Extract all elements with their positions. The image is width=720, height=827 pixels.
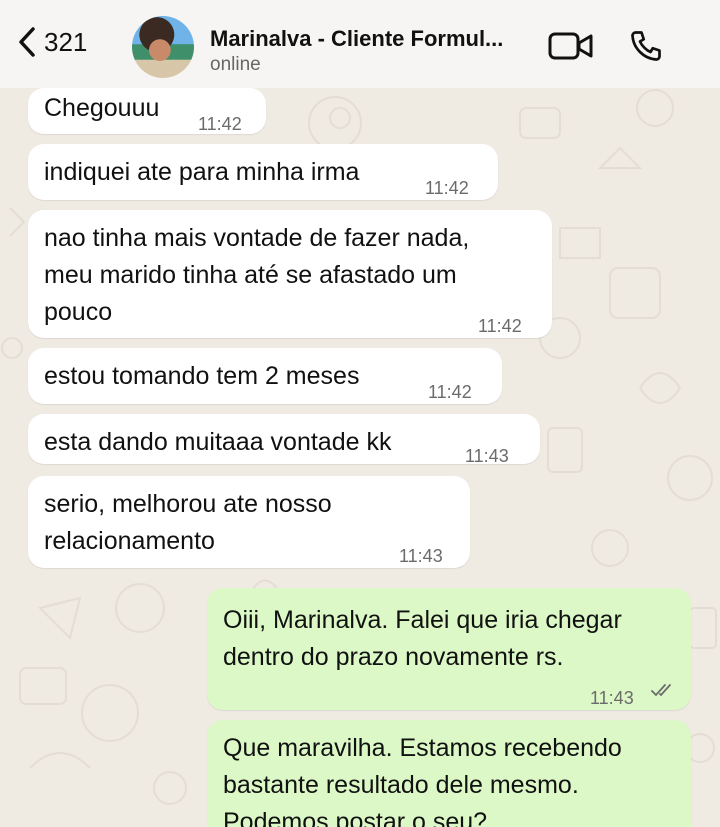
double-check-icon [651, 684, 671, 697]
message-list[interactable]: Chegouuu 11:42 indiquei ate para minha i… [0, 88, 720, 827]
incoming-message[interactable]: indiquei ate para minha irma 11:42 [28, 144, 498, 200]
phone-icon[interactable] [628, 28, 664, 64]
contact-status: online [210, 54, 261, 75]
message-time: 11:42 [425, 178, 469, 198]
video-camera-icon[interactable] [548, 32, 594, 60]
message-time: 11:43 [465, 446, 509, 466]
message-text: indiquei ate para minha irma [44, 158, 360, 186]
message-time: 11:42 [478, 316, 522, 336]
incoming-message[interactable]: nao tinha mais vontade de fazer nada, me… [28, 210, 552, 338]
message-text: Que maravilha. Estamos recebendo bastant… [223, 734, 622, 827]
message-text: serio, melhorou ate nosso relacionamento [44, 490, 332, 555]
message-text: estou tomando tem 2 meses [44, 362, 360, 390]
outgoing-message[interactable]: Que maravilha. Estamos recebendo bastant… [207, 720, 691, 827]
chevron-left-icon [19, 27, 35, 57]
message-text: Chegouuu [44, 94, 160, 122]
incoming-message[interactable]: serio, melhorou ate nosso relacionamento… [28, 476, 470, 568]
contact-name[interactable]: Marinalva - Cliente Formul... [210, 26, 540, 52]
incoming-message[interactable]: Chegouuu 11:42 [28, 88, 266, 134]
message-text: nao tinha mais vontade de fazer nada, me… [44, 224, 470, 326]
message-time: 11:43 [399, 546, 443, 566]
message-time: 11:42 [428, 382, 472, 402]
chat-header: 321 Marinalva - Cliente Formul... online [0, 0, 720, 88]
message-time: 11:43 [590, 688, 634, 708]
unread-count: 321 [44, 26, 88, 57]
incoming-message[interactable]: estou tomando tem 2 meses 11:42 [28, 348, 502, 404]
back-button[interactable]: 321 [18, 26, 87, 58]
outgoing-message[interactable]: Oiii, Marinalva. Falei que iria chegar d… [207, 588, 691, 710]
message-time: 11:42 [198, 114, 242, 134]
incoming-message[interactable]: esta dando muitaaa vontade kk 11:43 [28, 414, 540, 466]
message-text: Oiii, Marinalva. Falei que iria chegar d… [223, 606, 622, 671]
contact-avatar[interactable] [132, 16, 194, 78]
message-text: esta dando muitaaa vontade kk [44, 428, 392, 456]
